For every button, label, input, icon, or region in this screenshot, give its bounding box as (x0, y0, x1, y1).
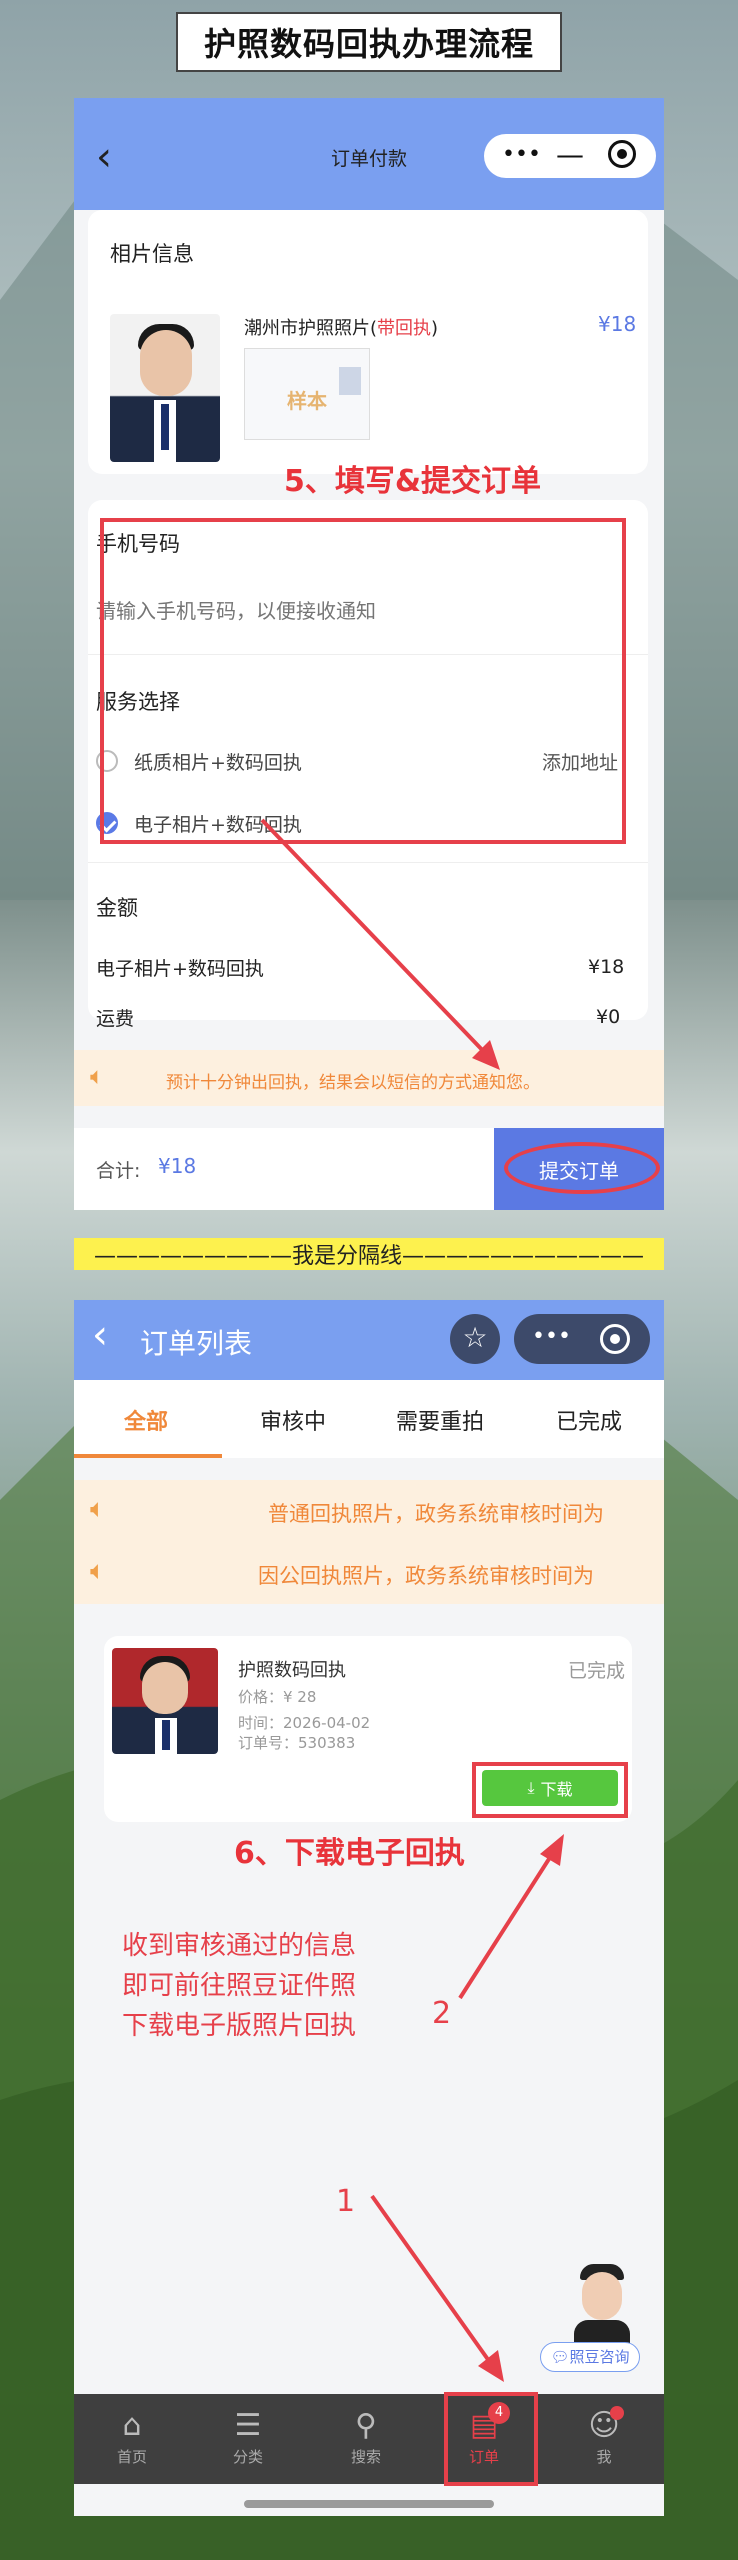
tab-all[interactable]: 全部 (124, 1404, 168, 1436)
tabbar-category[interactable]: ☰ 分类 (208, 2406, 288, 2467)
tab-reviewing[interactable]: 审核中 (260, 1404, 326, 1436)
order-status: 已完成 (568, 1660, 626, 1682)
search-icon: ⚲ (355, 2408, 377, 2443)
orders-highlight-box (444, 2392, 538, 2486)
submit-highlight-ellipse (504, 1142, 660, 1194)
notice-text: 因公回执照片，政务系统审核时间为 (258, 1564, 594, 1588)
shipping-price: ¥0 (596, 1006, 621, 1028)
section-label: 相片信息 (110, 242, 194, 266)
category-icon: ☰ (234, 2408, 262, 2443)
page-title: 护照数码回执办理流程 (176, 12, 562, 72)
nav-title: 订单列表 (140, 1327, 253, 1360)
mini-program-capsule: ••• — (484, 134, 656, 178)
order-payment-screen: ‹ 订单付款 ••• — 相片信息 潮州市护照照片(带回执) ¥18 样本 5、… (74, 98, 664, 1210)
order-photo (112, 1648, 218, 1754)
sample-stamp: 样本 (287, 389, 327, 413)
step-number-1: 1 (336, 2184, 356, 2219)
home-icon: ⌂ (122, 2408, 142, 2443)
active-tab-indicator (74, 1454, 222, 1458)
product-price: ¥18 (598, 312, 637, 336)
chevron-left-icon[interactable]: ‹ (92, 1312, 108, 1358)
notice-bar-2: 🔈︎ 因公回执照片，政务系统审核时间为 (74, 1542, 664, 1604)
close-target-icon[interactable] (608, 140, 636, 168)
tab-retake[interactable]: 需要重拍 (396, 1404, 484, 1436)
speaker-icon: 🔈︎ (90, 1494, 106, 1524)
photo-info-card: 相片信息 潮州市护照照片(带回执) ¥18 样本 (88, 210, 648, 474)
separator: —————————我是分隔线——————————— (74, 1238, 664, 1270)
download-highlight-box (472, 1762, 628, 1818)
form-highlight-box (100, 518, 626, 844)
checkout-bar: 合计: ¥18 提交订单 (74, 1128, 664, 1210)
order-title: 护照数码回执 (238, 1660, 346, 1681)
step-number-2: 2 (432, 1996, 452, 2031)
star-icon[interactable]: ☆ (450, 1314, 500, 1364)
shipping-label: 运费 (96, 1008, 135, 1030)
tabbar-me[interactable]: ☺ 我 (564, 2406, 644, 2467)
instruction-text: 收到审核通过的信息 即可前往照豆证件照 下载电子版照片回执 (122, 1931, 357, 2041)
bottom-tab-bar: ⌂ 首页 ☰ 分类 ⚲ 搜索 ▤ 订单 4 ☺ 我 (74, 2392, 664, 2486)
more-dots-icon[interactable]: ••• (502, 142, 541, 167)
portrait-photo (110, 314, 220, 462)
chat-icon: 💬︎ (550, 2348, 570, 2366)
close-target-icon[interactable] (600, 1324, 630, 1354)
tab-completed[interactable]: 已完成 (556, 1404, 622, 1436)
total-value: ¥18 (158, 1154, 197, 1178)
product-name: 潮州市护照照片(带回执) (244, 318, 439, 339)
notice-text: 普通回执照片，政务系统审核时间为 (268, 1502, 604, 1526)
consult-button[interactable]: 💬︎照豆咨询 (540, 2342, 640, 2372)
order-tabs: 全部 审核中 需要重拍 已完成 (74, 1380, 664, 1458)
mini-program-capsule: ••• (514, 1314, 650, 1364)
home-indicator (244, 2500, 494, 2508)
total-label: 合计: (96, 1160, 141, 1182)
amount-item: 电子相片+数码回执 (96, 958, 264, 980)
notice-bar-1: 🔈︎ 普通回执照片，政务系统审核时间为 (74, 1480, 664, 1542)
step5-annotation: 5、填写&提交订单 (284, 464, 542, 499)
order-list-screen: ‹ 订单列表 ☆ ••• 全部 审核中 需要重拍 已完成 🔈︎ 普通回执照片，政… (74, 1300, 664, 2516)
notification-dot (610, 2406, 624, 2420)
tabbar-home[interactable]: ⌂ 首页 (92, 2406, 172, 2467)
amount-item-price: ¥18 (588, 956, 625, 978)
notice-bar: 🔈︎ 预计十分钟出回执，结果会以短信的方式通知您。 (74, 1050, 664, 1106)
step6-annotation: 6、下载电子回执 (234, 1836, 465, 1871)
order-price: 价格：¥ 28 (238, 1688, 317, 1706)
user-icon: ☺ (588, 2408, 620, 2443)
order-time: 时间：2026-04-02 (238, 1714, 371, 1732)
receipt-tag: 带回执 (377, 318, 432, 339)
tabbar-search[interactable]: ⚲ 搜索 (326, 2406, 406, 2467)
minimize-icon[interactable]: — (556, 138, 584, 171)
nav-bar: ‹ 订单付款 ••• — (74, 98, 664, 210)
notice-text: 预计十分钟出回执，结果会以短信的方式通知您。 (166, 1073, 540, 1093)
more-dots-icon[interactable]: ••• (532, 1324, 571, 1349)
order-number: 订单号：530383 (238, 1734, 356, 1752)
nav-bar: ‹ 订单列表 ☆ ••• (74, 1300, 664, 1380)
amount-label: 金额 (96, 896, 138, 920)
receipt-sample-image: 样本 (244, 348, 370, 440)
speaker-icon: 🔈︎ (90, 1062, 105, 1090)
speaker-icon: 🔈︎ (90, 1556, 106, 1586)
